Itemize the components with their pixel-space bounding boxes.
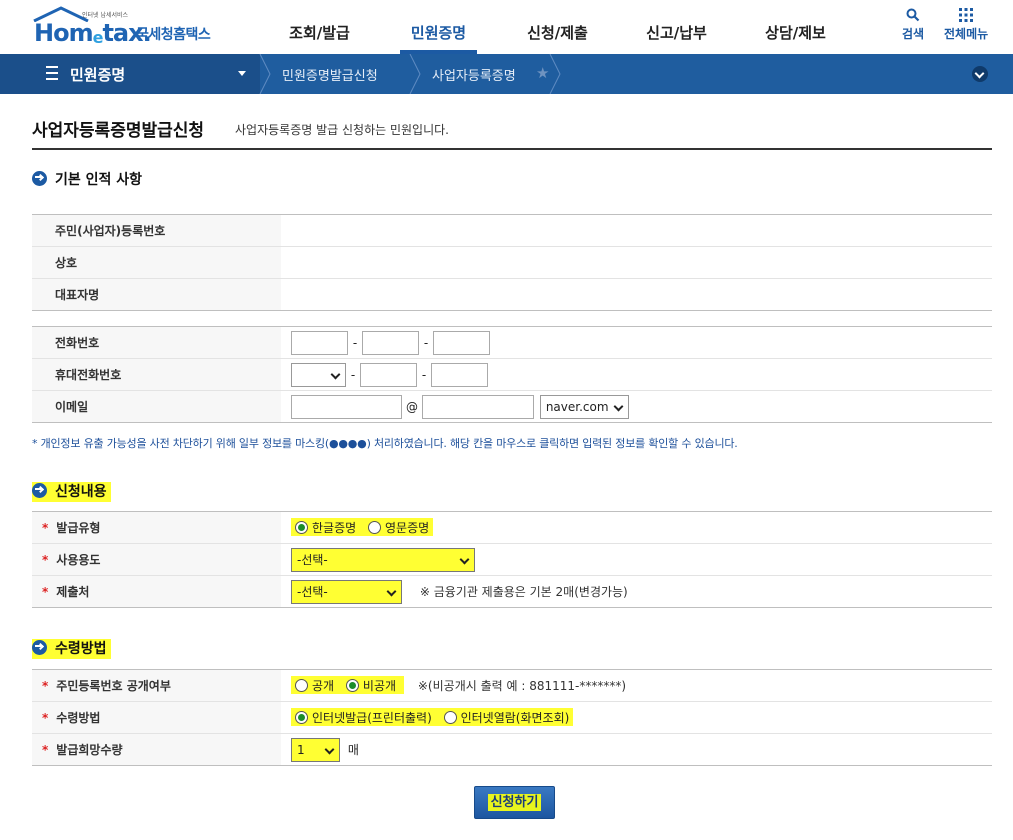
chevron-separator-icon <box>259 54 271 94</box>
korean-cert-label: 한글증명 <box>312 521 357 535</box>
section-basic-info-title: 기본 인적 사항 <box>32 169 142 189</box>
contact-info-table: 전화번호 -- 휴대전화번호 -- 이메일 @ naver.com <box>32 326 992 423</box>
chevron-separator-icon <box>549 54 561 94</box>
internet-issue-radio[interactable] <box>295 711 308 724</box>
disclose-hint: ※(비공개시 출력 예 : 881111-*******) <box>417 679 627 693</box>
internet-view-radio[interactable] <box>443 711 457 724</box>
arrow-circle-icon <box>32 483 47 498</box>
nav-report-pay[interactable]: 신고/납부 <box>617 0 736 54</box>
nav-civil-certificate[interactable]: 민원증명 <box>379 0 498 54</box>
issue-type-label: 발급유형 <box>56 521 101 535</box>
usage-select[interactable]: -선택- <box>291 547 475 572</box>
full-menu-button[interactable]: 전체메뉴 <box>944 8 988 42</box>
disclose-private-radio[interactable] <box>345 679 359 692</box>
table-row: 상호 <box>32 246 992 279</box>
table-row: 대표자명 <box>32 278 992 311</box>
grid-menu-icon <box>959 8 974 22</box>
page-description: 사업자등록증명 발급 신청하는 민원입니다. <box>235 123 449 137</box>
page-title: 사업자등록증명발급신청 <box>32 121 205 141</box>
table-row: * 주민등록번호 공개여부 공개 비공개 ※(비공개시 출력 예 : 881111… <box>32 669 992 702</box>
arrow-circle-icon <box>32 640 47 655</box>
apply-submit-button[interactable]: 신청하기 <box>474 786 555 819</box>
nav-apply-submit[interactable]: 신청/제출 <box>498 0 617 54</box>
table-row: * 발급유형 한글증명 영문증명 <box>32 511 992 544</box>
hamburger-icon <box>46 66 58 80</box>
field-label: 상호 <box>32 246 281 279</box>
breadcrumb-menu-dropdown[interactable]: 민원증명 <box>0 54 260 94</box>
search-icon <box>906 8 920 22</box>
table-row: * 수령방법 인터넷발급(프린터출력) 인터넷열람(화면조회) <box>32 701 992 734</box>
caret-down-icon <box>238 71 246 76</box>
disclose-private-label: 비공개 <box>362 679 397 693</box>
phone-part1-input[interactable] <box>291 330 348 355</box>
phone-label: 전화번호 <box>32 326 281 359</box>
table-row: * 발급희망수량 1 매 <box>32 733 992 766</box>
email-domain-input[interactable] <box>422 394 534 419</box>
email-at-sign: @ <box>406 399 418 414</box>
field-label: 대표자명 <box>32 278 281 311</box>
quantity-label: 발급희망수량 <box>56 743 123 757</box>
phone-part2-input[interactable] <box>362 330 419 355</box>
arrow-circle-icon <box>32 171 47 186</box>
submit-to-label: 제출처 <box>56 585 90 599</box>
logo-tagline: 인터넷 납세서비스 <box>82 12 129 19</box>
table-row: 전화번호 -- <box>32 326 992 359</box>
disclose-public-radio[interactable] <box>295 679 308 692</box>
submit-to-hint: ※ 금융기관 제출용은 기본 2매(변경가능) <box>419 585 628 599</box>
field-label: 주민(사업자)등록번호 <box>32 214 281 247</box>
submit-to-select[interactable]: -선택- <box>291 579 402 604</box>
korean-cert-radio[interactable] <box>295 521 308 534</box>
quantity-unit: 매 <box>347 743 359 757</box>
chevron-separator-icon <box>409 54 421 94</box>
table-row: * 사용용도 -선택- <box>32 543 992 576</box>
field-value <box>281 214 992 247</box>
english-cert-radio[interactable] <box>368 521 381 534</box>
receive-table: * 주민등록번호 공개여부 공개 비공개 ※(비공개시 출력 예 : 881111… <box>32 669 992 766</box>
logo-word: Hometax. <box>34 19 152 47</box>
logo-korean-name: 국세청홈택스 <box>136 27 211 43</box>
mobile-label: 휴대전화번호 <box>32 358 281 391</box>
breadcrumb-second[interactable]: 민원증명발급신청 <box>282 65 378 84</box>
field-value <box>281 278 992 311</box>
email-id-input[interactable] <box>291 394 402 419</box>
expand-circle-icon[interactable] <box>972 66 988 82</box>
table-row: * 제출처 -선택- ※ 금융기관 제출용은 기본 2매(변경가능) <box>32 575 992 608</box>
field-value <box>281 246 992 279</box>
phone-part3-input[interactable] <box>433 330 490 355</box>
section-apply-title: 신청내용 <box>32 481 111 502</box>
nav-inquiry-issue[interactable]: 조회/발급 <box>260 0 379 54</box>
email-domain-select[interactable]: naver.com <box>539 394 629 419</box>
hometax-logo[interactable]: 인터넷 납세서비스 Hometax. 국세청홈택스 <box>32 6 222 50</box>
table-row: 휴대전화번호 -- <box>32 358 992 391</box>
internet-view-label: 인터넷열람(화면조회) <box>460 711 570 725</box>
internet-issue-label: 인터넷발급(프린터출력) <box>312 711 432 725</box>
mobile-part3-input[interactable] <box>431 362 488 387</box>
top-header: 인터넷 납세서비스 Hometax. 국세청홈택스 조회/발급 민원증명 신청/… <box>0 0 1013 54</box>
mobile-prefix-select[interactable] <box>291 362 346 387</box>
title-divider <box>32 148 992 150</box>
breadcrumb-bar: 민원증명 민원증명발급신청 사업자등록증명 ★ <box>0 54 1013 94</box>
table-row: 이메일 @ naver.com <box>32 390 992 423</box>
quantity-select[interactable]: 1 <box>291 737 340 762</box>
usage-label: 사용용도 <box>56 553 101 567</box>
global-nav: 조회/발급 민원증명 신청/제출 신고/납부 상담/제보 <box>260 0 855 54</box>
search-button[interactable]: 검색 <box>902 8 924 42</box>
disclose-public-label: 공개 <box>312 679 335 693</box>
masking-notice: * 개인정보 유출 가능성을 사전 차단하기 위해 일부 정보를 마스킹(●●●… <box>32 437 738 450</box>
mobile-part2-input[interactable] <box>360 362 417 387</box>
breadcrumb-third[interactable]: 사업자등록증명 <box>432 65 516 84</box>
disclose-label: 주민등록번호 공개여부 <box>56 679 171 693</box>
english-cert-label: 영문증명 <box>385 521 430 535</box>
apply-table: * 발급유형 한글증명 영문증명 * 사용용도 -선택- * 제출처 -선택- ※ 금… <box>32 511 992 608</box>
receive-method-label: 수령방법 <box>56 711 101 725</box>
basic-info-table: 주민(사업자)등록번호 상호 대표자명 <box>32 214 992 311</box>
email-label: 이메일 <box>32 390 281 423</box>
table-row: 주민(사업자)등록번호 <box>32 214 992 247</box>
nav-consult-report[interactable]: 상담/제보 <box>736 0 855 54</box>
breadcrumb-first: 민원증명 <box>70 66 126 84</box>
section-receive-title: 수령방법 <box>32 638 111 659</box>
